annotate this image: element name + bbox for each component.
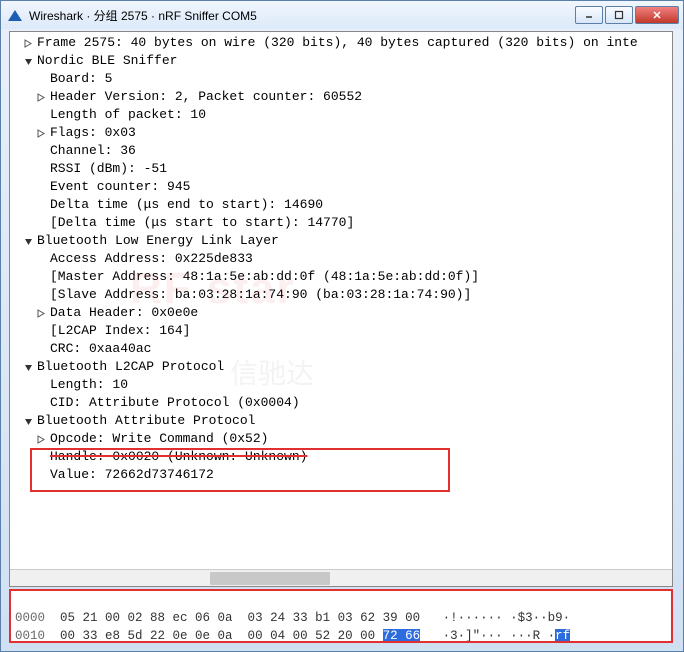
ascii-selected[interactable]: rf [555, 629, 570, 643]
offset: 0010 [15, 629, 45, 643]
flags-field[interactable]: Flags: 0x03 [50, 124, 136, 142]
tree-row: [L2CAP Index: 164] [24, 322, 672, 340]
window-frame: Wireshark · 分组 2575 · nRF Sniffer COM5 R… [0, 0, 684, 652]
tree-row: Access Address: 0x225de833 [24, 250, 672, 268]
tree-row: Frame 2575: 40 bytes on wire (320 bits),… [24, 34, 672, 52]
rssi-field[interactable]: RSSI (dBm): -51 [50, 160, 167, 178]
tree-row: Delta time (μs end to start): 14690 [24, 196, 672, 214]
tree-row: Header Version: 2, Packet counter: 60552 [24, 88, 672, 106]
minimize-button[interactable] [575, 6, 603, 24]
tree-row: [Delta time (μs start to start): 14770] [24, 214, 672, 232]
expand-icon[interactable] [37, 129, 46, 138]
l2cap-protocol[interactable]: Bluetooth L2CAP Protocol [37, 358, 224, 376]
delta-time-start-field[interactable]: [Delta time (μs start to start): 14770] [50, 214, 354, 232]
master-address-field[interactable]: [Master Address: 48:1a:5e:ab:dd:0f (48:1… [50, 268, 479, 286]
hscrollbar[interactable] [10, 569, 672, 586]
tree-row: Nordic BLE Sniffer [24, 52, 672, 70]
nordic-ble-sniffer[interactable]: Nordic BLE Sniffer [37, 52, 177, 70]
proto-tree[interactable]: Frame 2575: 40 bytes on wire (320 bits),… [10, 32, 672, 486]
collapse-icon[interactable] [24, 57, 33, 66]
l2cap-index-field[interactable]: [L2CAP Index: 164] [50, 322, 190, 340]
att-protocol[interactable]: Bluetooth Attribute Protocol [37, 412, 255, 430]
tree-row: Opcode: Write Command (0x52) [24, 430, 672, 448]
collapse-icon[interactable] [24, 363, 33, 372]
tree-row: RSSI (dBm): -51 [24, 160, 672, 178]
scrollbar-thumb[interactable] [210, 572, 330, 585]
maximize-button[interactable] [605, 6, 633, 24]
tree-row: Bluetooth Low Energy Link Layer [24, 232, 672, 250]
hex-bytes-selected[interactable]: 72 66 [383, 629, 421, 643]
tree-row: Length of packet: 10 [24, 106, 672, 124]
frame-summary[interactable]: Frame 2575: 40 bytes on wire (320 bits),… [37, 34, 638, 52]
access-address-field[interactable]: Access Address: 0x225de833 [50, 250, 253, 268]
window-title: Wireshark · 分组 2575 · nRF Sniffer COM5 [29, 7, 575, 24]
crc-field[interactable]: CRC: 0xaa40ac [50, 340, 151, 358]
close-button[interactable] [635, 6, 679, 24]
tree-row: Length: 10 [24, 376, 672, 394]
delta-time-end-field[interactable]: Delta time (μs end to start): 14690 [50, 196, 323, 214]
window-controls [575, 6, 679, 24]
expand-icon[interactable] [37, 435, 46, 444]
ascii[interactable]: ·3·]"··· ···R · [435, 629, 555, 643]
wireshark-icon [7, 7, 23, 23]
tree-row: CRC: 0xaa40ac [24, 340, 672, 358]
offset: 0000 [15, 611, 45, 625]
ascii[interactable]: ·!······ ·$3··b9· [443, 611, 571, 625]
slave-address-field[interactable]: [Slave Address: ba:03:28:1a:74:90 (ba:03… [50, 286, 471, 304]
header-version-field[interactable]: Header Version: 2, Packet counter: 60552 [50, 88, 362, 106]
expand-icon[interactable] [37, 309, 46, 318]
l2cap-length-field[interactable]: Length: 10 [50, 376, 128, 394]
board-field[interactable]: Board: 5 [50, 70, 112, 88]
hex-dump-pane[interactable]: 0000 05 21 00 02 88 ec 06 0a 03 24 33 b1… [9, 589, 673, 643]
channel-field[interactable]: Channel: 36 [50, 142, 136, 160]
tree-row: Event counter: 945 [24, 178, 672, 196]
tree-row: Bluetooth L2CAP Protocol [24, 358, 672, 376]
length-of-packet-field[interactable]: Length of packet: 10 [50, 106, 206, 124]
event-counter-field[interactable]: Event counter: 945 [50, 178, 190, 196]
collapse-icon[interactable] [24, 237, 33, 246]
expand-icon[interactable] [24, 39, 33, 48]
cid-field[interactable]: CID: Attribute Protocol (0x0004) [50, 394, 300, 412]
packet-details-pane[interactable]: RF star 信驰达 Frame 2575: 40 bytes on wire… [9, 31, 673, 587]
data-header-field[interactable]: Data Header: 0x0e0e [50, 304, 198, 322]
titlebar[interactable]: Wireshark · 分组 2575 · nRF Sniffer COM5 [1, 1, 683, 29]
tree-row: Board: 5 [24, 70, 672, 88]
tree-row: Flags: 0x03 [24, 124, 672, 142]
opcode-field[interactable]: Opcode: Write Command (0x52) [50, 430, 268, 448]
tree-row: Bluetooth Attribute Protocol [24, 412, 672, 430]
tree-row: [Master Address: 48:1a:5e:ab:dd:0f (48:1… [24, 268, 672, 286]
ble-link-layer[interactable]: Bluetooth Low Energy Link Layer [37, 232, 279, 250]
tree-row: Data Header: 0x0e0e [24, 304, 672, 322]
tree-row: CID: Attribute Protocol (0x0004) [24, 394, 672, 412]
tree-row: Channel: 36 [24, 142, 672, 160]
hex-bytes[interactable]: 05 21 00 02 88 ec 06 0a 03 24 33 b1 03 6… [60, 611, 420, 625]
tree-row: [Slave Address: ba:03:28:1a:74:90 (ba:03… [24, 286, 672, 304]
expand-icon[interactable] [37, 93, 46, 102]
highlight-handle-value [30, 448, 450, 492]
collapse-icon[interactable] [24, 417, 33, 426]
hex-bytes[interactable]: 00 33 e8 5d 22 0e 0e 0a 00 04 00 52 20 0… [60, 629, 383, 643]
